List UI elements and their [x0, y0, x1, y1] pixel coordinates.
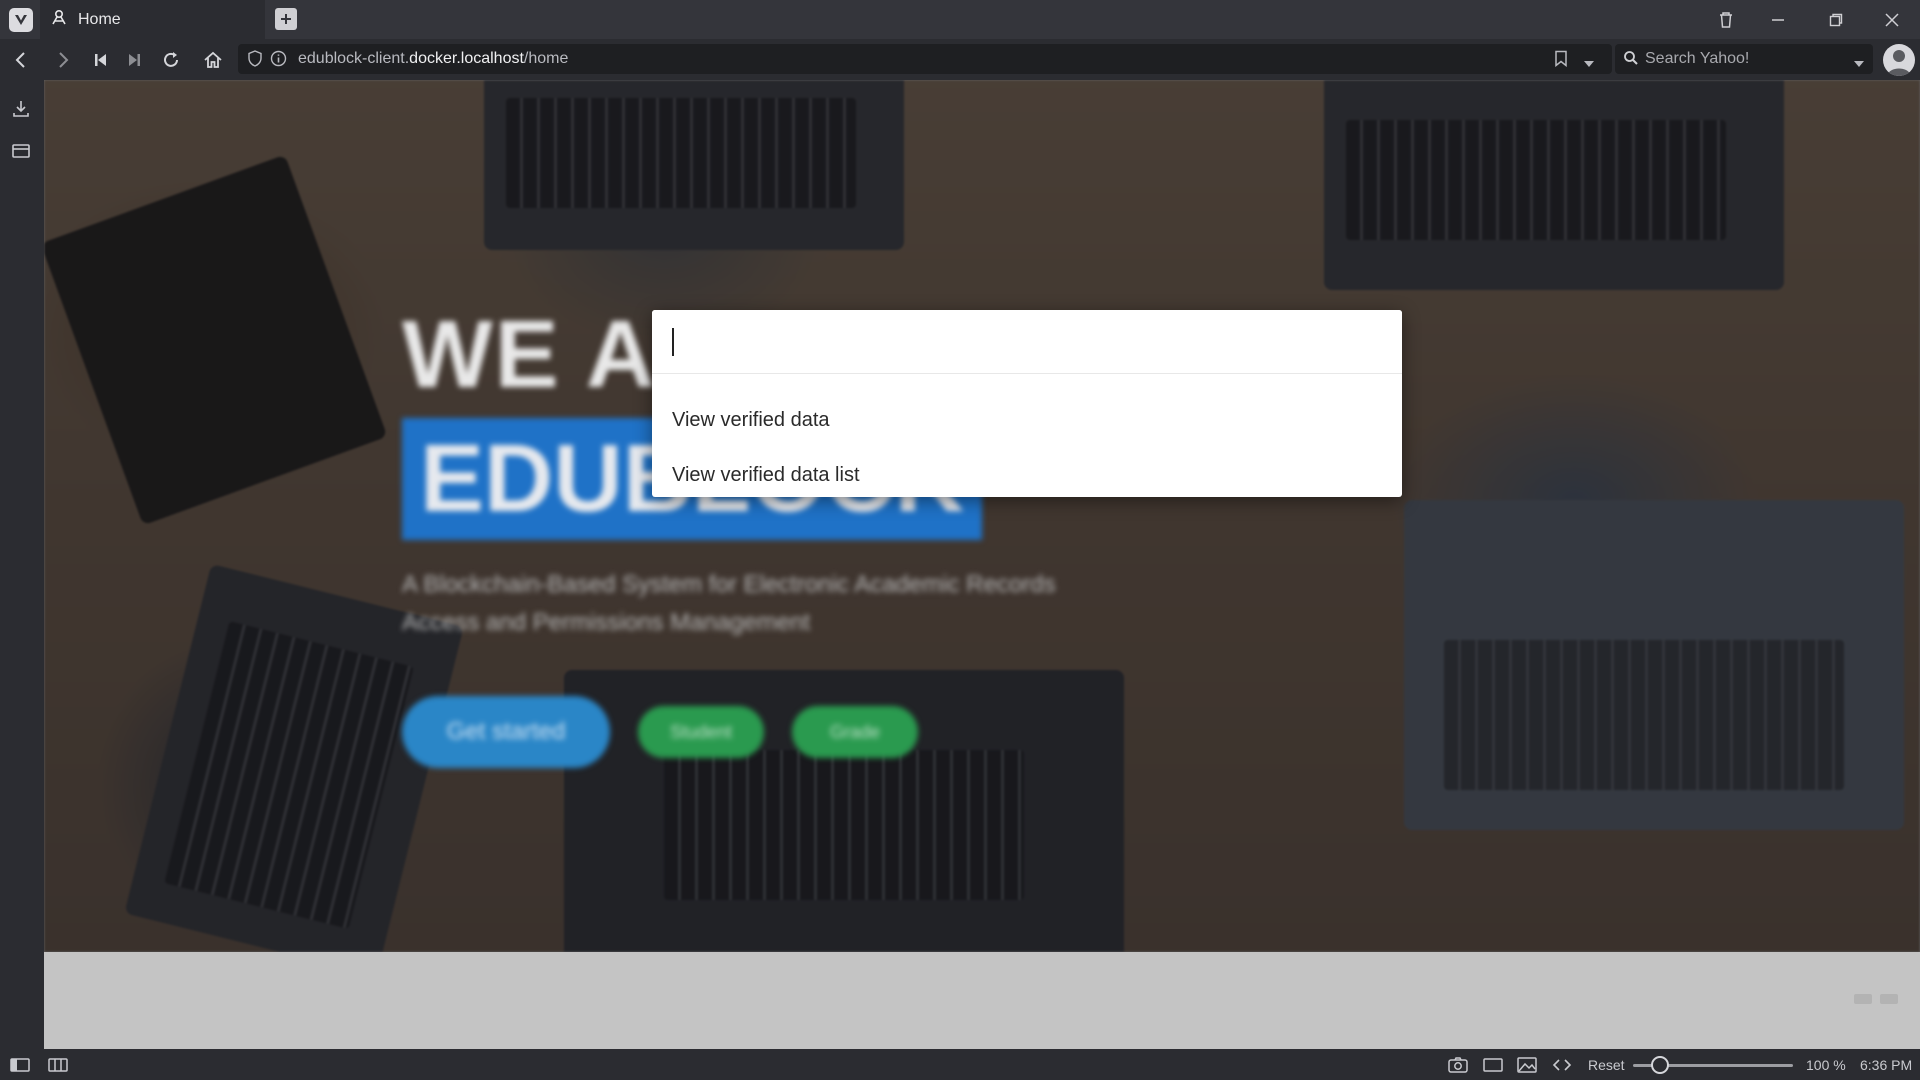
close-icon[interactable] — [1864, 0, 1920, 39]
panel-toggle-icon[interactable] — [9, 1057, 31, 1073]
url-field[interactable]: edublock-client.docker.localhost/home — [238, 44, 1612, 74]
minimize-icon[interactable] — [1750, 0, 1806, 39]
command-palette: View verified data View verified data li… — [652, 310, 1402, 497]
tab-home[interactable]: Home — [40, 0, 265, 39]
info-icon[interactable] — [270, 50, 287, 72]
student-button[interactable]: Student — [638, 706, 764, 758]
footer-controls — [1854, 994, 1898, 1004]
footer-dot — [1880, 994, 1898, 1004]
vivaldi-icon[interactable] — [9, 8, 33, 32]
get-started-button[interactable]: Get started — [402, 696, 610, 768]
tab-strip: Home — [0, 0, 1920, 39]
zoom-slider-handle[interactable] — [1651, 1056, 1670, 1074]
page-content: WE A EDUBLOCK A Blockchain-Based System … — [44, 80, 1920, 1049]
search-engine-icon[interactable] — [1623, 50, 1641, 72]
address-toolbar: edublock-client.docker.localhost/home Se… — [0, 39, 1920, 80]
zoom-reset-button[interactable]: Reset — [1588, 1057, 1625, 1073]
hero-subtitle: A Blockchain-Based System for Electronic… — [402, 571, 1056, 636]
downloads-icon[interactable] — [10, 98, 32, 120]
search-field[interactable]: Search Yahoo! — [1615, 44, 1873, 74]
image-icon[interactable] — [1516, 1057, 1538, 1073]
browser-window: Home edublock-client.docker.localhost/ho… — [0, 0, 1920, 1080]
url-text[interactable]: edublock-client.docker.localhost/home — [298, 50, 568, 68]
bookmark-icon[interactable] — [1554, 50, 1568, 72]
reload-icon[interactable] — [158, 47, 184, 73]
status-bar: Reset 100 % 6:36 PM — [0, 1049, 1920, 1080]
page-footer — [44, 952, 1920, 1049]
search-placeholder: Search Yahoo! — [1645, 50, 1750, 67]
footer-dot — [1854, 994, 1872, 1004]
search-dropdown-icon[interactable] — [1853, 55, 1865, 73]
back-icon[interactable] — [8, 47, 34, 73]
palette-item-view-verified-data-list[interactable]: View verified data list — [652, 453, 1402, 497]
trash-icon[interactable] — [1698, 0, 1754, 39]
tab-title: Home — [78, 10, 121, 28]
zoom-level: 100 % — [1806, 1057, 1846, 1073]
forward-icon[interactable] — [50, 47, 76, 73]
text-caret — [672, 328, 674, 356]
palette-search-input[interactable] — [652, 310, 1402, 374]
hero-buttons: Get started Student Grade — [402, 696, 1082, 768]
shield-icon[interactable] — [248, 50, 262, 72]
profile-icon[interactable] — [1883, 44, 1915, 76]
new-tab-icon[interactable] — [275, 8, 297, 30]
capture-icon[interactable] — [1447, 1057, 1469, 1073]
restore-icon[interactable] — [1808, 0, 1864, 39]
url-prefix: edublock-client. — [298, 50, 410, 67]
window-icon[interactable] — [1482, 1057, 1504, 1073]
tiling-icon[interactable] — [47, 1057, 69, 1073]
home-icon[interactable] — [200, 47, 226, 73]
tab-favicon-icon — [50, 8, 68, 31]
fast-forward-icon[interactable] — [121, 47, 147, 73]
palette-item-view-verified-data[interactable]: View verified data — [652, 398, 1402, 442]
grade-button[interactable]: Grade — [792, 706, 918, 758]
dropdown-icon[interactable] — [1583, 55, 1595, 73]
rewind-icon[interactable] — [88, 47, 114, 73]
page-actions-icon[interactable] — [1551, 1057, 1573, 1073]
url-domain: docker.localhost — [409, 50, 524, 67]
side-panel — [0, 80, 44, 1049]
clock: 6:36 PM — [1860, 1057, 1913, 1073]
url-path: /home — [523, 50, 569, 67]
window-panel-icon[interactable] — [10, 140, 32, 162]
